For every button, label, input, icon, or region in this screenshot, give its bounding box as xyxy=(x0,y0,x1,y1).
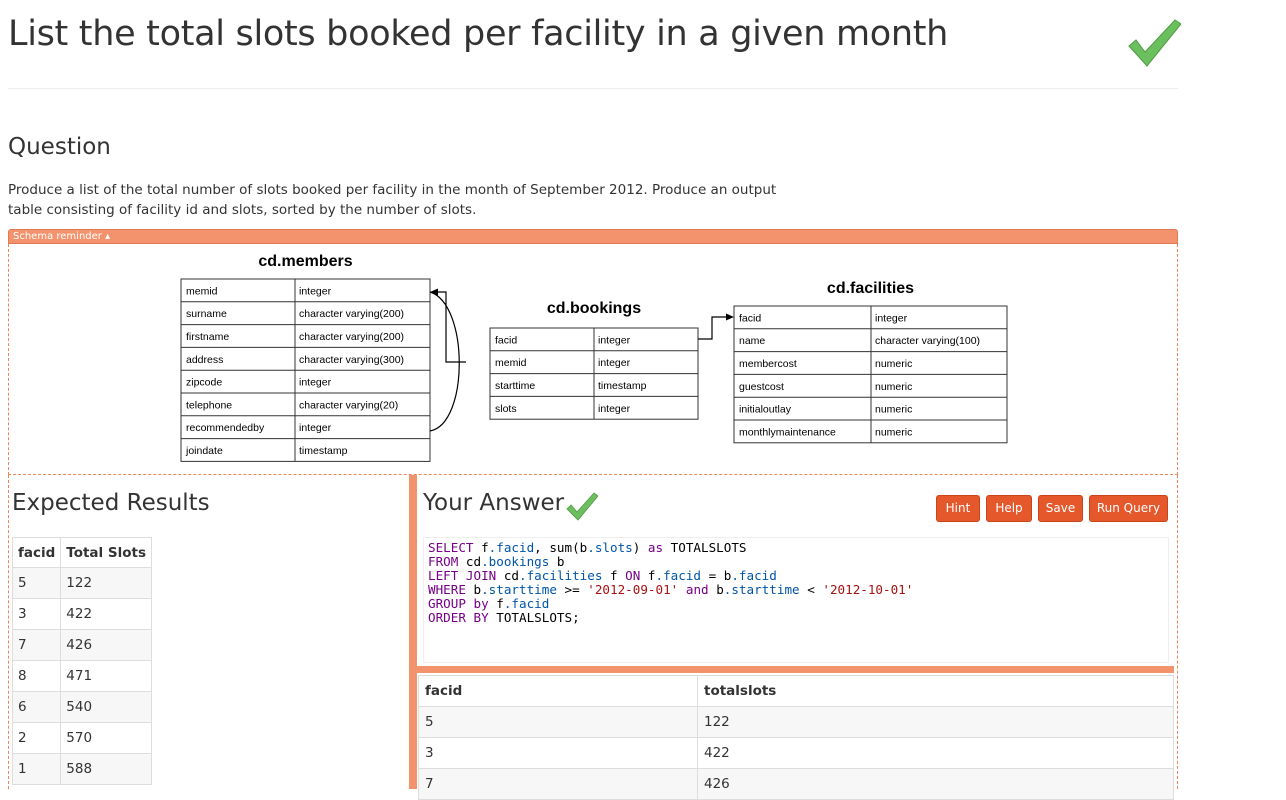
schema-column-type: integer xyxy=(875,312,908,324)
column-header: Total Slots xyxy=(60,537,152,568)
schema-column-type: timestamp xyxy=(598,380,647,392)
schema-column-type: integer xyxy=(598,403,631,415)
arrow-head xyxy=(726,313,734,321)
question-heading: Question xyxy=(8,134,111,160)
hint-button[interactable]: Hint xyxy=(936,495,980,522)
table-cell: 8 xyxy=(11,660,62,692)
table-cell: 426 xyxy=(60,629,152,661)
schema-column-name: address xyxy=(186,354,223,366)
table-cell: 3 xyxy=(11,598,62,630)
schema-column-name: name xyxy=(739,335,765,347)
table-row: 3 422 xyxy=(418,737,1174,769)
schema-column-name: recommendedby xyxy=(186,422,265,434)
schema-column-type: numeric xyxy=(875,426,912,438)
column-header: totalslots xyxy=(697,675,1174,707)
schema-column-type: integer xyxy=(299,377,332,389)
table-cell: 426 xyxy=(697,768,1174,800)
schema-column-name: slots xyxy=(495,403,517,415)
schema-table-title: cd.facilities xyxy=(827,280,914,297)
schema-column-type: timestamp xyxy=(299,445,348,457)
help-button[interactable]: Help xyxy=(986,495,1032,522)
schema-column-name: surname xyxy=(186,308,227,320)
relationship-arrow xyxy=(698,316,727,340)
table-cell: 422 xyxy=(697,737,1174,769)
schema-column-name: telephone xyxy=(186,399,232,411)
schema-column-type: numeric xyxy=(875,404,912,416)
schema-diagram: cd.members memid integer surname character v… xyxy=(180,253,1008,462)
table-cell: 6 xyxy=(11,691,62,723)
table-row: 7 426 xyxy=(11,629,152,661)
title-divider xyxy=(8,88,1178,89)
table-row: 8 471 xyxy=(11,660,152,692)
table-row: 3 422 xyxy=(11,598,152,630)
schema-column-name: memid xyxy=(186,285,218,297)
schema-column-name: firstname xyxy=(186,331,229,343)
relationship-arrow xyxy=(436,291,466,363)
vertical-splitter[interactable] xyxy=(409,475,417,789)
question-text: Produce a list of the total number of sl… xyxy=(8,182,777,218)
schema-column-name: initialoutlay xyxy=(739,404,792,416)
table-cell: 540 xyxy=(60,691,152,723)
schema-column-name: starttime xyxy=(495,380,535,392)
schema-column-type: integer xyxy=(299,422,332,434)
horizontal-splitter[interactable] xyxy=(417,666,1174,673)
schema-column-type: numeric xyxy=(875,358,912,370)
answer-checkmark-icon xyxy=(566,492,598,521)
schema-column-name: zipcode xyxy=(186,377,222,389)
schema-column-type: character varying(200) xyxy=(299,308,404,320)
table-cell: 588 xyxy=(60,753,152,785)
page-title: List the total slots booked per facility… xyxy=(8,14,949,54)
table-cell: 122 xyxy=(60,567,152,599)
table-cell: 5 xyxy=(418,706,698,738)
table-cell: 1 xyxy=(11,753,62,785)
schema-table-title: cd.bookings xyxy=(547,300,641,317)
table-cell: 422 xyxy=(60,598,152,630)
table-row: 2 570 xyxy=(11,722,152,754)
table-cell: 7 xyxy=(11,629,62,661)
table-row: 7 426 xyxy=(418,768,1174,800)
schema-column-name: facid xyxy=(495,334,517,346)
schema-column-type: numeric xyxy=(875,381,912,393)
expected-results-heading: Expected Results xyxy=(12,490,210,516)
column-header: facid xyxy=(418,675,698,707)
schema-table-title: cd.members xyxy=(258,253,352,270)
table-row: 5 122 xyxy=(11,567,152,599)
schema-column-type: integer xyxy=(299,285,332,297)
table-cell: 570 xyxy=(60,722,152,754)
schema-column-type: character varying(20) xyxy=(299,399,398,411)
table-cell: 471 xyxy=(60,660,152,692)
table-cell: 3 xyxy=(418,737,698,769)
schema-diagram-panel: cd.members memid integer surname character v… xyxy=(8,244,1178,475)
schema-column-type: character varying(100) xyxy=(875,335,980,347)
run-query-button[interactable]: Run Query xyxy=(1089,495,1168,522)
schema-column-type: character varying(200) xyxy=(299,331,404,343)
schema-column-name: guestcost xyxy=(739,381,784,393)
save-button[interactable]: Save xyxy=(1038,495,1083,522)
table-cell: 7 xyxy=(418,768,698,800)
column-header: facid xyxy=(11,537,62,568)
table-row: 6 540 xyxy=(11,691,152,723)
query-result-table: facid totalslots 5 122 3 422 7 426 xyxy=(418,675,1174,800)
schema-column-name: membercost xyxy=(739,358,797,370)
schema-column-type: integer xyxy=(598,357,631,369)
schema-column-type: character varying(300) xyxy=(299,354,404,366)
table-cell: 2 xyxy=(11,722,62,754)
schema-column-type: integer xyxy=(598,334,631,346)
table-cell: 5 xyxy=(11,567,62,599)
schema-column-name: monthlymaintenance xyxy=(739,426,836,438)
table-row: 1 588 xyxy=(11,753,152,785)
table-cell: 122 xyxy=(697,706,1174,738)
table-row: 5 122 xyxy=(418,706,1174,738)
schema-reminder-toggle[interactable]: Schema reminder ▴ xyxy=(8,229,1178,244)
schema-column-name: memid xyxy=(495,357,527,369)
sql-editor[interactable]: SELECT f.facid, sum(b.slots) as TOTALSLO… xyxy=(423,537,1169,663)
schema-column-name: joindate xyxy=(185,445,223,457)
your-answer-heading: Your Answer xyxy=(423,490,565,516)
expected-results-table: facid Total Slots 5 122 3 422 7 426 8 471 6 540 2 57… xyxy=(11,537,152,785)
checkmark-icon xyxy=(1128,19,1181,67)
schema-column-name: facid xyxy=(739,312,761,324)
